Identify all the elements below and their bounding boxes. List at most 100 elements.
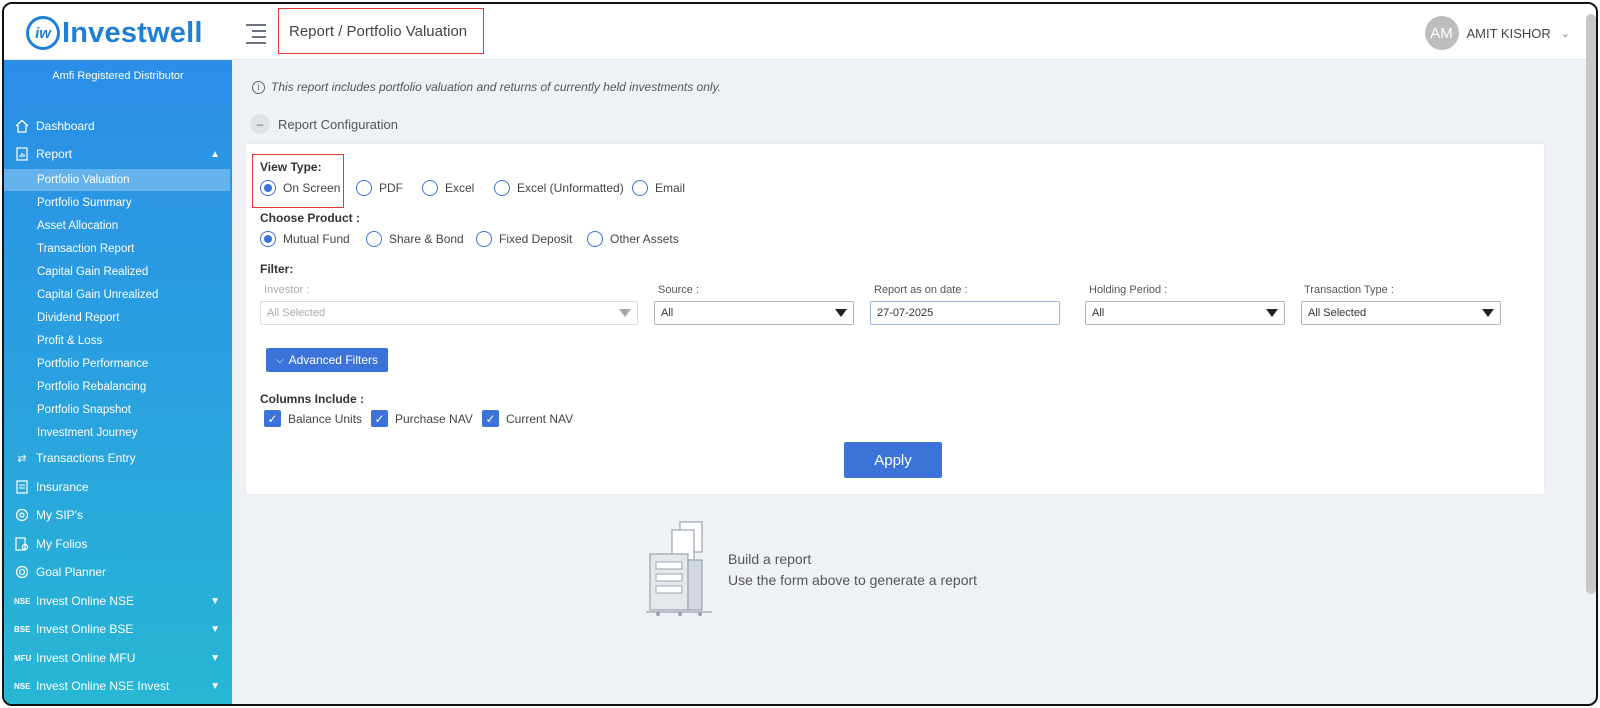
sidebar-subitem-portfolio-valuation[interactable]: Portfolio Valuation xyxy=(4,169,230,191)
sidebar-item-label: Invest Online MFU xyxy=(36,651,136,665)
radio-mutual-fund[interactable]: Mutual Fund xyxy=(260,231,350,247)
checkbox-purchase-nav[interactable]: ✓ Purchase NAV xyxy=(371,410,473,427)
menu-toggle-icon[interactable] xyxy=(246,24,266,44)
advanced-filters-button[interactable]: ⌵ Advanced Filters xyxy=(266,348,388,372)
radio-fixed-deposit[interactable]: Fixed Deposit xyxy=(476,231,572,247)
source-select[interactable]: All xyxy=(654,301,854,325)
view-type-label: View Type: xyxy=(260,160,322,174)
report-configuration-header[interactable]: – Report Configuration xyxy=(250,114,398,134)
sidebar-subitem-profit-loss[interactable]: Profit & Loss xyxy=(4,330,232,352)
button-label: Advanced Filters xyxy=(288,353,378,367)
sidebar-subitem-portfolio-snapshot[interactable]: Portfolio Snapshot xyxy=(4,399,232,421)
sidebar: Amfi Registered Distributor Dashboard Re… xyxy=(4,60,232,704)
sidebar-subitem-portfolio-performance[interactable]: Portfolio Performance xyxy=(4,353,232,375)
holding-period-label: Holding Period : xyxy=(1089,284,1168,296)
radio-label: Other Assets xyxy=(610,232,679,246)
investor-select[interactable]: All Selected xyxy=(260,301,638,325)
columns-include-label: Columns Include : xyxy=(260,392,365,406)
radio-label: Excel (Unformatted) xyxy=(517,181,624,195)
report-icon xyxy=(14,146,30,162)
home-icon xyxy=(14,118,30,134)
radio-label: Fixed Deposit xyxy=(499,232,573,246)
radio-button[interactable] xyxy=(260,180,276,196)
checkmark-icon[interactable]: ✓ xyxy=(264,410,281,427)
radio-label: PDF xyxy=(379,181,403,195)
transaction-type-label: Transaction Type : xyxy=(1304,284,1394,296)
sidebar-item-transactions-entry[interactable]: ⇄ Transactions Entry xyxy=(4,446,232,470)
logo[interactable]: iw Investwell xyxy=(26,16,203,50)
select-value: All Selected xyxy=(267,307,326,319)
radio-button[interactable] xyxy=(260,231,276,247)
sidebar-item-my-sips[interactable]: My SIP's xyxy=(4,503,232,527)
user-menu[interactable]: AM AMIT KISHOR ⌄ xyxy=(1424,16,1570,50)
config-title: Report Configuration xyxy=(278,116,398,132)
info-icon: i xyxy=(252,80,265,94)
checkbox-balance-units[interactable]: ✓ Balance Units xyxy=(264,410,362,427)
radio-share-bond[interactable]: Share & Bond xyxy=(366,231,464,247)
transaction-type-select[interactable]: All Selected xyxy=(1301,301,1501,325)
radio-label: Mutual Fund xyxy=(283,232,350,246)
sidebar-item-label: Goal Planner xyxy=(36,565,107,579)
scrollbar[interactable] xyxy=(1586,14,1596,594)
logo-mark: iw xyxy=(26,16,60,50)
chevron-down-icon: ⌄ xyxy=(1560,27,1570,40)
sidebar-item-invest-online-nse[interactable]: NSE Invest Online NSE ▼ xyxy=(4,589,232,613)
radio-other-assets[interactable]: Other Assets xyxy=(587,231,679,247)
sidebar-item-insurance[interactable]: Insurance xyxy=(4,475,232,499)
select-value: All xyxy=(1092,307,1105,319)
sidebar-item-invest-online-bse[interactable]: BSE Invest Online BSE ▼ xyxy=(4,617,232,641)
report-date-input[interactable]: 27-07-2025 xyxy=(870,301,1060,325)
sidebar-item-invest-online-mfu[interactable]: MFU Invest Online MFU ▼ xyxy=(4,646,232,670)
collapse-icon[interactable]: – xyxy=(250,114,270,134)
dropdown-caret-icon xyxy=(619,309,631,317)
sidebar-item-report[interactable]: Report ▲ xyxy=(4,142,232,166)
sidebar-item-label: Dashboard xyxy=(36,119,95,133)
sidebar-subitem-portfolio-summary[interactable]: Portfolio Summary xyxy=(4,192,232,214)
sidebar-subitem-capital-gain-unrealized[interactable]: Capital Gain Unrealized xyxy=(4,284,232,306)
radio-label: On Screen xyxy=(283,181,341,195)
info-text: This report includes portfolio valuation… xyxy=(271,80,722,94)
radio-button[interactable] xyxy=(366,231,382,247)
dropdown-caret-icon xyxy=(1482,309,1494,317)
radio-button[interactable] xyxy=(422,180,438,196)
sidebar-subitem-portfolio-rebalancing[interactable]: Portfolio Rebalancing xyxy=(4,376,232,398)
sidebar-subitem-transaction-report[interactable]: Transaction Report xyxy=(4,238,232,260)
radio-excel-unformatted[interactable]: Excel (Unformatted) xyxy=(494,180,624,196)
nse-tag: NSE xyxy=(14,681,31,691)
checkmark-icon[interactable]: ✓ xyxy=(371,410,388,427)
radio-pdf[interactable]: PDF xyxy=(356,180,403,196)
checkbox-label: Purchase NAV xyxy=(395,411,473,426)
checkmark-icon[interactable]: ✓ xyxy=(482,410,499,427)
apply-button[interactable]: Apply xyxy=(844,442,942,478)
radio-button[interactable] xyxy=(632,180,648,196)
radio-button[interactable] xyxy=(476,231,492,247)
sidebar-item-dashboard[interactable]: Dashboard xyxy=(4,114,232,138)
investor-label: Investor : xyxy=(264,284,310,296)
sidebar-item-my-folios[interactable]: My Folios xyxy=(4,532,232,556)
avatar: AM xyxy=(1424,16,1459,50)
radio-on-screen[interactable]: On Screen xyxy=(260,180,340,196)
sidebar-subitem-asset-allocation[interactable]: Asset Allocation xyxy=(4,215,232,237)
sidebar-subitem-dividend-report[interactable]: Dividend Report xyxy=(4,307,232,329)
holding-period-select[interactable]: All xyxy=(1085,301,1285,325)
checkbox-label: Current NAV xyxy=(506,411,574,426)
radio-button[interactable] xyxy=(587,231,603,247)
transfer-icon: ⇄ xyxy=(17,452,27,465)
radio-button[interactable] xyxy=(494,180,510,196)
date-label: Report as on date : xyxy=(874,284,968,296)
radio-excel[interactable]: Excel xyxy=(422,180,474,196)
sidebar-subitem-investment-journey[interactable]: Investment Journey xyxy=(4,422,232,444)
sidebar-subitem-capital-gain-realized[interactable]: Capital Gain Realized xyxy=(4,261,232,283)
sidebar-item-goal-planner[interactable]: Goal Planner xyxy=(4,560,232,584)
select-value: All xyxy=(661,307,674,319)
sidebar-item-invest-online-nse-invest[interactable]: NSE Invest Online NSE Invest ▼ xyxy=(4,674,232,698)
radio-button[interactable] xyxy=(356,180,372,196)
radio-label: Share & Bond xyxy=(389,232,464,246)
user-name: AMIT KISHOR xyxy=(1466,25,1551,41)
logo-text: Investwell xyxy=(62,16,203,49)
checkbox-current-nav[interactable]: ✓ Current NAV xyxy=(482,410,573,427)
empty-title: Build a report xyxy=(728,551,812,567)
radio-label: Excel xyxy=(445,181,475,195)
radio-email[interactable]: Email xyxy=(632,180,685,196)
mfu-tag: MFU xyxy=(14,653,32,663)
